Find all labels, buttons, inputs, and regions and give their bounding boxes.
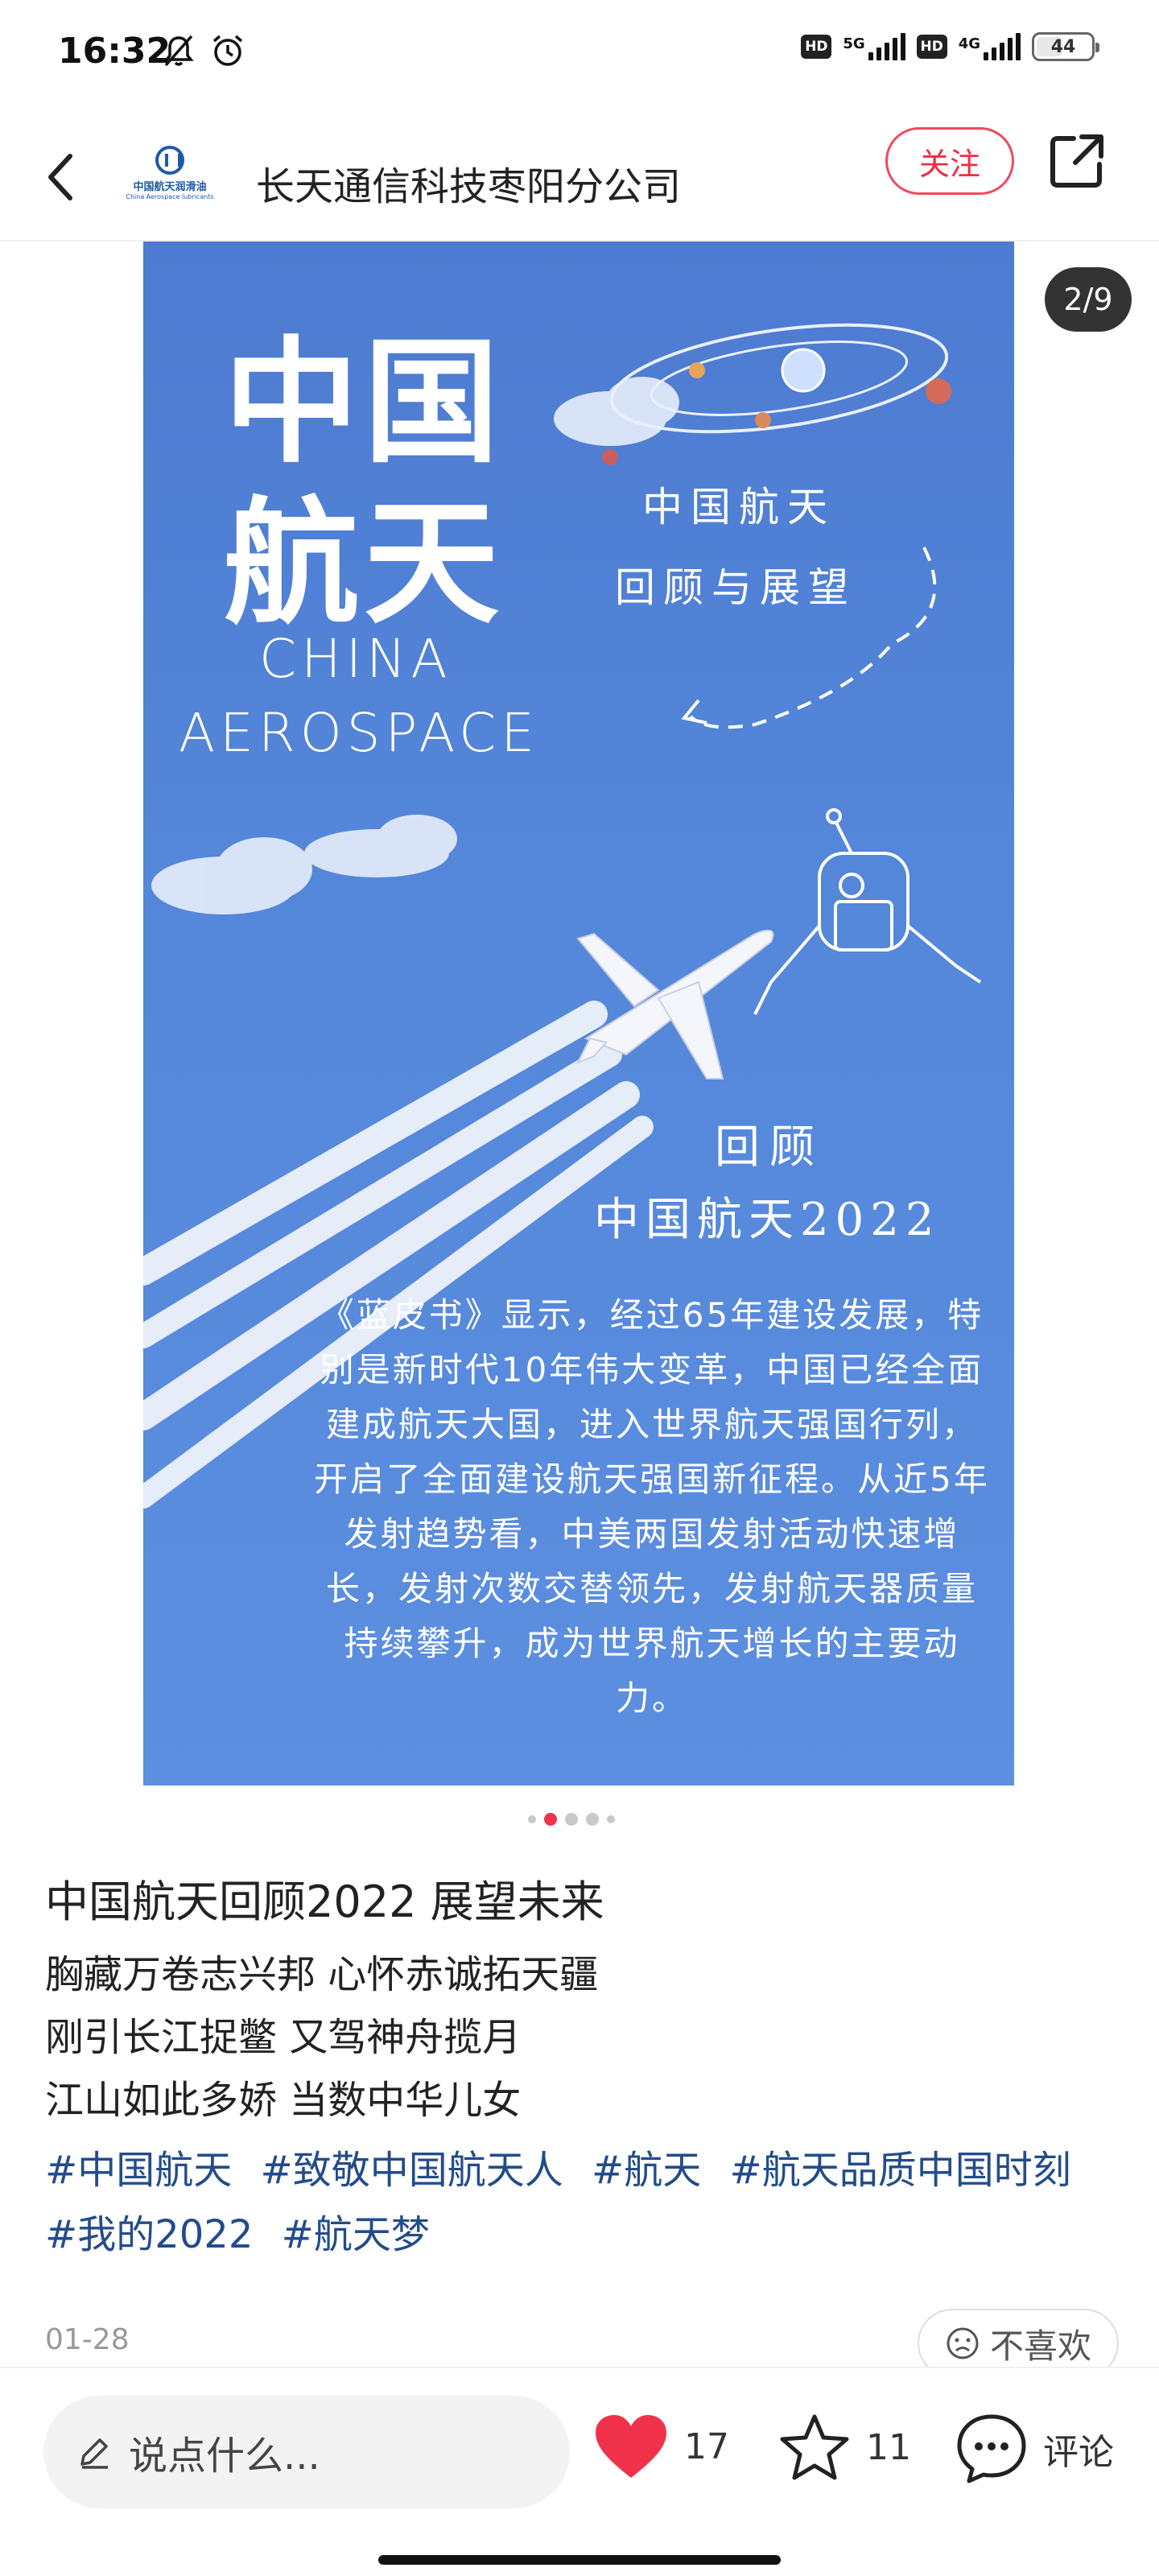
comment-placeholder: 说点什么...: [129, 2434, 320, 2479]
home-indicator[interactable]: [378, 2555, 781, 2565]
follow-button[interactable]: 关注: [885, 127, 1014, 195]
pencil-icon: [80, 2438, 108, 2469]
poster-body-text: 《蓝皮书》显示，经过65年建设发展，特别是新时代10年伟大变革，中国已经全面建成…: [314, 1295, 990, 1718]
dislike-label: 不喜欢: [989, 2326, 1091, 2366]
favorite-button[interactable]: 11: [777, 2412, 911, 2483]
post-line: 胸藏万卷志兴邦 心怀赤诚拓天疆: [45, 1952, 599, 1997]
comment-label: 评论: [1043, 2432, 1114, 2473]
hashtag-link[interactable]: #航天梦: [282, 2212, 430, 2257]
carousel-dot[interactable]: [586, 1813, 599, 1826]
carousel-dot-active[interactable]: [544, 1813, 557, 1826]
post-line: 江山如此多娇 当数中华儿女: [45, 2078, 522, 2123]
hashtag-link[interactable]: #我的2022: [45, 2212, 253, 2257]
like-button[interactable]: 17: [592, 2412, 729, 2481]
poster-subtitle: 回顾与展望: [615, 564, 856, 611]
heart-icon: [596, 2415, 666, 2478]
poster-title-line: 中国: [224, 324, 504, 481]
post-image[interactable]: 中国 航天 CHINA AEROSPACE 中国航天 回顾与展望 回顾 中国航天…: [143, 242, 1014, 1785]
hd-badge: HD: [916, 35, 947, 59]
status-time: 16:32: [58, 31, 171, 72]
hashtag-link[interactable]: #致敬中国航天人: [261, 2148, 563, 2193]
share-button[interactable]: [1046, 130, 1107, 192]
chevron-left-icon: [48, 154, 72, 200]
post-body: 胸藏万卷志兴邦 心怀赤诚拓天疆 刚引长江捉鳖 又驾神舟揽月 江山如此多娇 当数中…: [45, 1943, 598, 2132]
hashtag-link[interactable]: #航天: [592, 2148, 701, 2193]
battery-level: 44: [1050, 36, 1076, 57]
top-nav: 中国航天润滑油 China Aerospace lubricants 长天通信科…: [0, 113, 1159, 242]
hashtag-list: #中国航天 #致敬中国航天人 #航天 #航天品质中国时刻 #我的2022 #航天…: [45, 2138, 1124, 2267]
poster-subtitle: 中国航天: [642, 484, 835, 530]
post-line: 刚引长江捉鳖 又驾神舟揽月: [45, 2015, 522, 2060]
poster-title-line: 航天: [224, 485, 504, 642]
status-right: HD 5G HD 4G 44: [801, 32, 1099, 61]
sad-face-icon: [947, 2327, 979, 2359]
status-bar: 16:32 HD 5G HD 4G 44: [0, 0, 1159, 105]
poster-en-line: AEROSPACE: [179, 702, 539, 764]
poster-title: 中国 航天: [224, 322, 504, 644]
bottom-action-bar: 说点什么... 17 11 评论: [0, 2367, 1159, 2576]
logo-subtext: China Aerospace lubricants: [126, 193, 214, 200]
signal-bars-icon: [868, 33, 905, 60]
post-title: 中国航天回顾2022 展望未来: [45, 1876, 604, 1927]
carousel-dots: [528, 1813, 615, 1826]
carousel-dot[interactable]: [565, 1813, 578, 1826]
signal-5g: 5G: [843, 33, 905, 60]
battery-icon: 44: [1032, 32, 1099, 61]
account-avatar[interactable]: 中国航天润滑油 China Aerospace lubricants: [118, 137, 222, 209]
poster-subtitle: 中国航天2022: [594, 1194, 941, 1246]
network-5g-label: 5G: [843, 35, 865, 52]
alarm-icon: [212, 35, 243, 66]
signal-bars-icon: [984, 33, 1021, 60]
comment-bubble-icon: [957, 2414, 1026, 2483]
logo-mark-icon: [155, 146, 184, 175]
comment-input[interactable]: 说点什么...: [43, 2396, 570, 2508]
carousel-dot[interactable]: [528, 1815, 536, 1823]
favorite-count: 11: [866, 2426, 911, 2468]
comment-button[interactable]: 评论: [955, 2412, 1114, 2486]
network-4g-label: 4G: [958, 35, 980, 52]
star-icon: [780, 2414, 849, 2480]
poster-en-line: CHINA: [259, 628, 452, 690]
poster-subtitle: 回顾: [715, 1121, 824, 1174]
carousel-dot[interactable]: [607, 1815, 615, 1823]
back-button[interactable]: [32, 145, 89, 209]
post-date: 01-28: [45, 2323, 130, 2356]
hashtag-link[interactable]: #航天品质中国时刻: [730, 2148, 1071, 2193]
logo-text: 中国航天润滑油: [133, 181, 207, 193]
hashtag-link[interactable]: #中国航天: [45, 2148, 232, 2193]
hd-badge: HD: [801, 35, 832, 59]
account-name[interactable]: 长天通信科技枣阳分公司: [256, 155, 681, 211]
image-page-counter: 2/9: [1045, 267, 1132, 332]
mute-bell-icon: [163, 35, 194, 67]
like-count: 17: [684, 2425, 729, 2467]
status-icons: [161, 32, 246, 69]
share-icon: [1050, 134, 1103, 188]
signal-4g: 4G: [959, 33, 1021, 60]
